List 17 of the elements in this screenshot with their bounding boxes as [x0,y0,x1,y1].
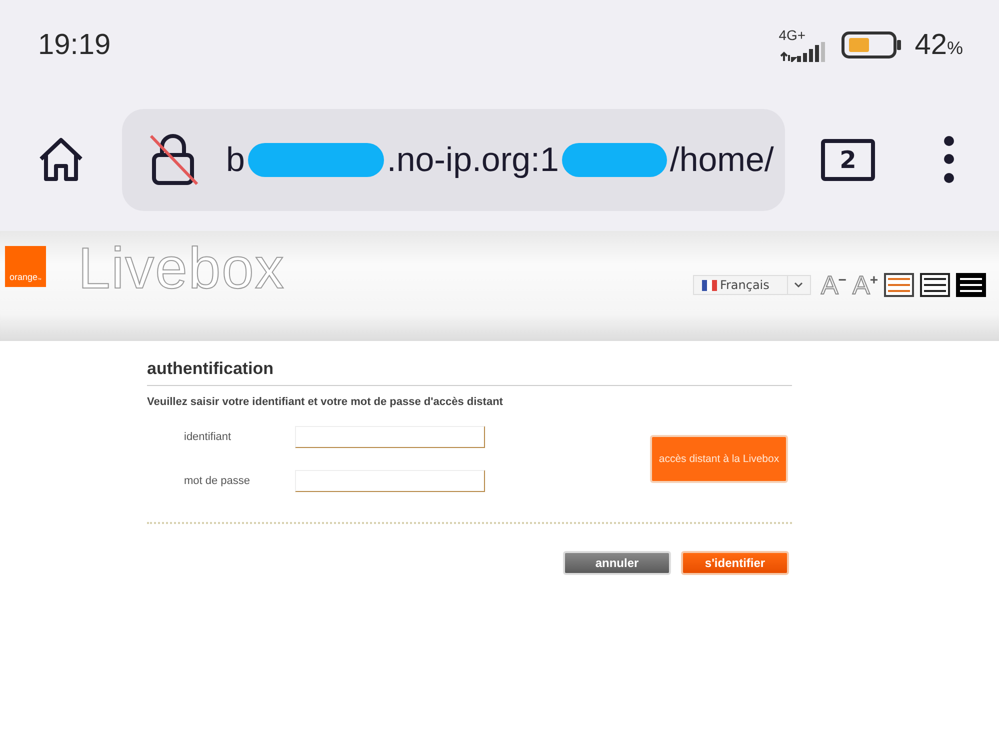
cancel-button[interactable]: annuler [563,551,671,575]
battery-percent: 42% [914,28,963,62]
field-label: mot de passe [184,475,252,487]
url-text: b [226,140,245,180]
tab-count[interactable]: 2 [821,139,875,181]
product-title: Livebox [78,235,285,302]
status-time: 19:19 [38,28,111,62]
address-bar[interactable]: b .no-ip.org:1 /home/ [122,109,785,211]
font-size-button[interactable]: A$^{+}$ [852,272,878,298]
language-select[interactable]: Français [692,275,811,295]
form-title: authentification [147,359,792,386]
font-size-button[interactable]: A$^{−}$ [820,272,846,298]
field-label: identifiant [184,431,232,443]
instruction-text: Veuillez saisir votre identifiant et votre mot de passe d'accès distant [147,396,504,408]
language-label: Français [720,278,770,292]
url-text: /home/ [670,140,774,180]
url-text: .no-ip.org:1 [386,140,559,180]
